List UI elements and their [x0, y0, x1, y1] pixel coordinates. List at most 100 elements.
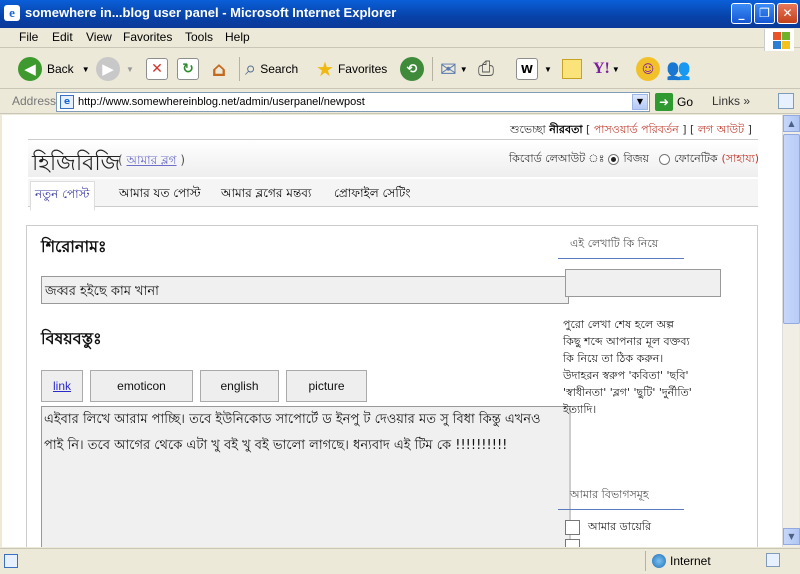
menu-view[interactable]: View — [86, 30, 112, 44]
printer-icon: ⎙ — [478, 57, 494, 80]
ie-icon: e — [4, 5, 20, 21]
address-input[interactable]: e http://www.somewhereinblog.net/admin/u… — [56, 92, 650, 112]
go-button[interactable]: ➜ Go — [655, 93, 693, 111]
back-button[interactable]: ◀ Back ▼ — [18, 55, 90, 83]
keyboard-layout-selector: কিবোর্ড লেআউট ঃ বিজয় ফোনেটিক (সাহায্য) — [509, 150, 759, 169]
discuss-button[interactable] — [562, 55, 582, 83]
page-scrollbar[interactable]: ▲ ▼ — [782, 115, 800, 547]
site-logo[interactable]: হিজিবিজি — [32, 146, 120, 183]
username: নীরবতা — [549, 123, 583, 136]
title-input[interactable]: জব্বর হইছে কাম খানা — [41, 276, 569, 304]
sidebar-title: এই লেখাটি কি নিয়ে — [558, 235, 684, 259]
page-status-icon — [4, 554, 18, 568]
tab-blog-comments[interactable]: আমার ব্লগের মন্তব্য — [221, 185, 311, 205]
user-greeting: শুভেচ্ছা নীরবতা [ পাসওয়ার্ড পরিবর্তন ] … — [510, 123, 752, 136]
search-label: Search — [260, 62, 299, 76]
yahoo-button[interactable]: Y! ▼ — [593, 55, 620, 83]
messenger-smiley-icon: ☺ — [636, 57, 660, 81]
stop-button[interactable]: ✕ — [146, 55, 168, 83]
status-bar: Internet — [0, 548, 800, 574]
security-zone: Internet — [645, 551, 765, 571]
home-icon: ⌂ — [211, 57, 227, 81]
print-button[interactable]: ⎙ — [478, 55, 494, 83]
phonetic-radio[interactable] — [659, 154, 671, 165]
close-button[interactable]: ✕ — [777, 3, 798, 24]
category-label: আমার ডায়েরি — [588, 520, 652, 533]
refresh-button[interactable]: ↻ — [177, 55, 199, 83]
tab-profile-settings[interactable]: প্রোফাইল সেটিং — [334, 185, 411, 205]
menu-favorites[interactable]: Favorites — [123, 30, 172, 44]
scroll-down-icon[interactable]: ▼ — [783, 528, 800, 545]
tab-my-posts[interactable]: আমার যত পোস্ট — [119, 185, 201, 205]
address-dropdown-icon[interactable]: ▼ — [632, 94, 648, 110]
bijoy-label: বিজয় — [623, 152, 650, 165]
insert-link-button[interactable]: link — [41, 370, 83, 402]
search-button[interactable]: ⌕ Search — [245, 55, 298, 83]
scroll-up-icon[interactable]: ▲ — [783, 115, 800, 132]
minimize-button[interactable]: _ — [731, 3, 752, 24]
history-button[interactable]: ⟲ — [400, 55, 424, 83]
favorites-button[interactable]: ★ Favorites — [316, 55, 387, 83]
contacts-button[interactable]: 👥 — [666, 55, 691, 83]
category-item[interactable]: আমার ডায়েরি — [565, 518, 651, 537]
menu-file[interactable]: File — [19, 30, 38, 44]
menu-edit[interactable]: Edit — [52, 30, 73, 44]
address-url[interactable]: http://www.somewhereinblog.net/admin/use… — [78, 96, 365, 108]
change-password-link[interactable]: পাসওয়ার্ড পরিবর্তন — [594, 123, 679, 136]
yahoo-icon: Y! — [593, 60, 610, 77]
back-label: Back — [47, 62, 74, 76]
tags-hint: পুরো লেখা শেষ হলে অল্প কিছু শব্দে আপনার … — [563, 318, 692, 416]
note-icon — [562, 59, 582, 79]
page-icon: e — [60, 95, 74, 109]
refresh-icon: ↻ — [177, 58, 199, 80]
links-label: Links — [712, 94, 741, 108]
menu-help[interactable]: Help — [225, 30, 250, 44]
phonetic-label: ফোনেটিক — [674, 152, 718, 165]
edit-button[interactable]: W ▼ — [516, 55, 552, 83]
window-title: somewhere in...blog user panel - Microso… — [25, 5, 397, 20]
star-icon: ★ — [316, 58, 334, 81]
globe-icon — [652, 554, 666, 568]
greeting-text: শুভেচ্ছা — [510, 123, 546, 136]
edit-page-icon: W — [516, 58, 538, 80]
title-bar: e somewhere in...blog user panel - Micro… — [0, 0, 800, 28]
home-button[interactable]: ⌂ — [208, 55, 230, 83]
windows-logo-icon — [764, 29, 794, 51]
go-label: Go — [677, 95, 694, 109]
bijoy-radio[interactable] — [608, 154, 620, 165]
back-arrow-icon: ◀ — [18, 57, 42, 81]
resize-grip-icon[interactable] — [766, 553, 780, 567]
forward-button[interactable]: ▶ ▼ — [96, 55, 134, 83]
category-item-partial[interactable] — [565, 539, 580, 547]
forward-arrow-icon: ▶ — [96, 57, 120, 81]
title-label: শিরোনামঃ — [41, 237, 107, 256]
scroll-thumb[interactable] — [783, 134, 800, 324]
my-blog-link[interactable]: আমার ব্লগ — [127, 153, 177, 167]
maximize-button[interactable]: ❐ — [754, 3, 775, 24]
help-link[interactable]: সাহায্য — [726, 152, 755, 165]
picture-button[interactable]: picture — [286, 370, 367, 402]
mail-icon: ✉ — [440, 58, 457, 81]
tab-new-post[interactable]: নতুন পোস্ট — [30, 181, 95, 211]
new-post-form: শিরোনামঃ জব্বর হইছে কাম খানা বিষয়বস্তুঃ… — [26, 225, 758, 547]
address-bar: Address e http://www.somewhereinblog.net… — [0, 90, 800, 114]
category-checkbox[interactable] — [565, 539, 580, 547]
toolbar-options-icon[interactable] — [778, 93, 794, 109]
menu-tools[interactable]: Tools — [185, 30, 213, 44]
zone-label: Internet — [670, 554, 711, 568]
category-checkbox[interactable] — [565, 520, 580, 535]
logout-link[interactable]: লগ আউট — [698, 123, 744, 136]
tags-input[interactable] — [565, 269, 721, 297]
body-textarea[interactable]: এইবার লিখে আরাম পাচ্ছি। তবে ইউনিকোড সাপো… — [41, 406, 571, 547]
history-icon: ⟲ — [400, 57, 424, 81]
emoticon-button[interactable]: emoticon — [90, 370, 193, 402]
links-button[interactable]: Links » — [712, 94, 750, 108]
body-label: বিষয়বস্তুঃ — [41, 329, 102, 348]
mail-button[interactable]: ✉ ▼ — [440, 55, 468, 83]
stop-icon: ✕ — [146, 58, 168, 80]
english-button[interactable]: english — [200, 370, 279, 402]
messenger-button[interactable]: ☺ — [636, 55, 660, 83]
search-icon: ⌕ — [245, 57, 257, 80]
keyboard-label: কিবোর্ড লেআউট ঃ — [509, 152, 605, 165]
go-arrow-icon: ➜ — [655, 93, 673, 111]
